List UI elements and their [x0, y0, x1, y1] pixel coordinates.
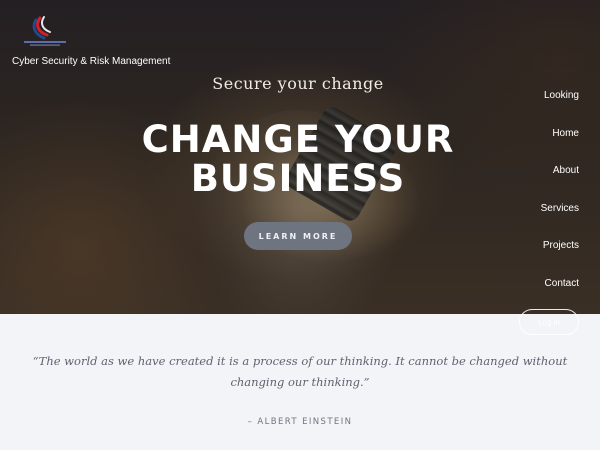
hero-headline-line2: BUSINESS	[190, 157, 406, 200]
brand-tagline: Cyber Security & Risk Management	[12, 56, 171, 67]
learn-more-button[interactable]: LEARN MORE	[244, 222, 352, 250]
main-nav: Looking Home About Services Projects Con…	[541, 88, 579, 313]
nav-item-looking[interactable]: Looking	[541, 88, 579, 126]
nav-pill-button[interactable]: Log in	[519, 309, 579, 335]
nav-item-about[interactable]: About	[541, 163, 579, 201]
nav-item-contact[interactable]: Contact	[541, 276, 579, 314]
nav-item-projects[interactable]: Projects	[541, 238, 579, 276]
logo-wordmark-bar	[24, 41, 66, 43]
logo-wordmark-subbar	[30, 44, 60, 46]
brand-logo[interactable]	[22, 14, 68, 48]
einstein-quote: “The world as we have created it is a pr…	[32, 354, 568, 389]
quote-attribution: – ALBERT EINSTEIN	[247, 417, 353, 427]
logo-swoosh-light	[41, 16, 51, 33]
hero-headline-line1: CHANGE YOUR	[141, 118, 455, 161]
nav-item-home[interactable]: Home	[541, 126, 579, 164]
hero-subtitle: Secure your change	[212, 74, 384, 93]
hero-headline: CHANGE YOUR BUSINESS	[0, 120, 596, 198]
nav-item-services[interactable]: Services	[541, 201, 579, 239]
